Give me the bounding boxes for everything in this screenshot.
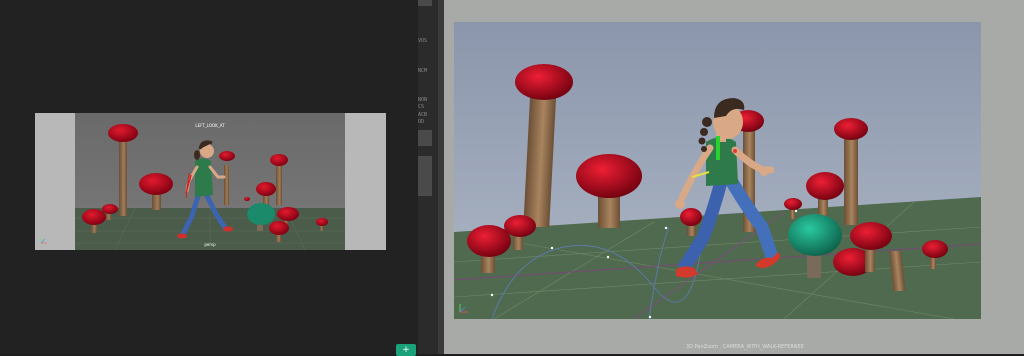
divider-label: CS [418, 104, 425, 110]
divider-block [418, 0, 432, 6]
right-panel-gutter [438, 0, 444, 354]
hud-top-label: LEFT_LOOK_AT [195, 123, 225, 128]
hud-camera-label: persp [204, 242, 216, 247]
add-button[interactable]: + [396, 344, 416, 356]
main-viewport[interactable] [453, 22, 982, 320]
panel-divider: VOS NCM NON CS ACB OD [418, 0, 438, 354]
divider-label: NCM [418, 68, 428, 74]
divider-label: ACB [418, 112, 428, 118]
viewport-status-label: 3D PanZoom : CAMERA_WITH_WALK-REFERNEE [686, 344, 804, 350]
divider-label: NON [418, 97, 428, 103]
divider-block[interactable] [418, 130, 432, 146]
left-viewport[interactable]: LEFT_LOOK_AT persp [35, 113, 386, 251]
divider-block[interactable] [418, 156, 432, 196]
divider-label: OD [418, 119, 425, 125]
divider-label: VOS [418, 38, 428, 44]
